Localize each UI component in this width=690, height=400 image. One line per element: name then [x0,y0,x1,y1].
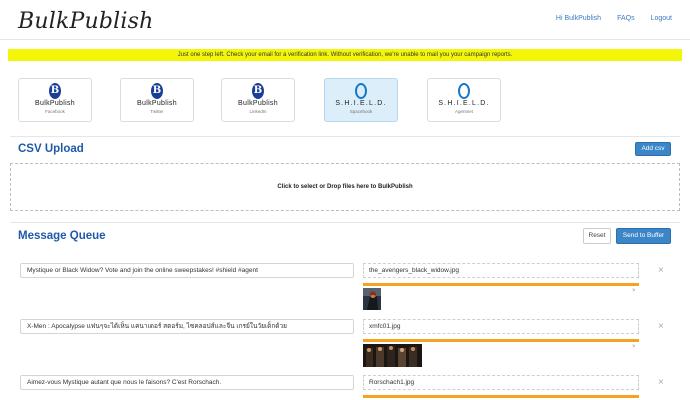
csv-dropzone[interactable]: Click to select or Drop files here to Bu… [10,163,680,211]
message-input[interactable]: Aimez-vous Mystique autant que nous le f… [20,375,354,390]
verification-banner: Just one step left. Check your email for… [8,49,682,61]
remove-row-icon[interactable]: × [658,321,664,332]
shield-logo-icon [355,83,367,99]
upload-progress-bar [363,283,639,286]
account-link[interactable]: Hi BulkPublish [556,15,601,22]
profile-network: LinkedIn [249,109,267,114]
profile-card-facebook[interactable]: B BulkPublish Facebook [18,78,92,122]
bulkpublish-logo-icon: B [49,83,61,99]
bulkpublish-logo-icon: B [252,83,264,99]
remove-row-icon[interactable]: × [658,265,664,276]
profile-network: Spacebook [349,109,373,114]
bulkpublish-logo-icon: B [151,83,163,99]
faqs-link[interactable]: FAQs [617,15,635,22]
remove-media-icon[interactable]: × [632,288,636,294]
profile-name: BulkPublish [35,100,75,107]
divider [10,222,680,223]
csv-upload-title: CSV Upload [18,143,84,155]
profile-name: BulkPublish [137,100,177,107]
add-csv-button[interactable]: Add csv [635,142,671,156]
divider [10,136,680,137]
message-input[interactable]: X-Men : Apocalypse แฟนๆจะได้เห็น แคนาเดอ… [20,319,354,334]
profile-name: BulkPublish [238,100,278,107]
profile-network: Agentnet [454,109,473,114]
profile-network: Facebook [45,109,65,114]
remove-media-icon[interactable]: × [632,344,636,350]
upload-progress-bar [363,339,639,342]
logout-link[interactable]: Logout [651,15,672,22]
top-nav: Hi BulkPublish FAQs Logout [556,15,672,22]
send-to-buffer-button[interactable]: Send to Buffer [616,228,671,244]
profile-list: B BulkPublish Facebook B BulkPublish Twi… [0,78,690,124]
reset-button[interactable]: Reset [583,228,611,244]
media-thumbnail [363,288,381,310]
profile-card-linkedin[interactable]: B BulkPublish LinkedIn [221,78,295,122]
media-filename[interactable]: the_avengers_black_widow.jpg [363,263,639,278]
message-input[interactable]: Mystique or Black Widow? Vote and join t… [20,263,354,278]
profile-card-spacebook[interactable]: S.H.I.E.L.D. Spacebook [324,78,398,122]
media-thumbnail [363,344,422,367]
profile-card-agentnet[interactable]: S.H.I.E.L.D. Agentnet [427,78,501,122]
xmen-cast-image [363,344,422,367]
profile-network: Twitter [150,109,164,114]
shield-logo-icon [458,83,470,99]
remove-row-icon[interactable]: × [658,377,664,388]
media-filename[interactable]: xmfc01.jpg [363,319,639,334]
profile-name: S.H.I.E.L.D. [335,100,387,107]
app-logo[interactable]: BulkPublish [18,9,154,34]
profile-card-twitter[interactable]: B BulkPublish Twitter [120,78,194,122]
upload-progress-bar [363,395,639,398]
black-widow-image [363,288,381,310]
media-filename[interactable]: Rorschach1.jpg [363,375,639,390]
top-bar: BulkPublish Hi BulkPublish FAQs Logout [0,0,690,40]
profile-name: S.H.I.E.L.D. [438,100,490,107]
message-queue-title: Message Queue [18,230,106,242]
